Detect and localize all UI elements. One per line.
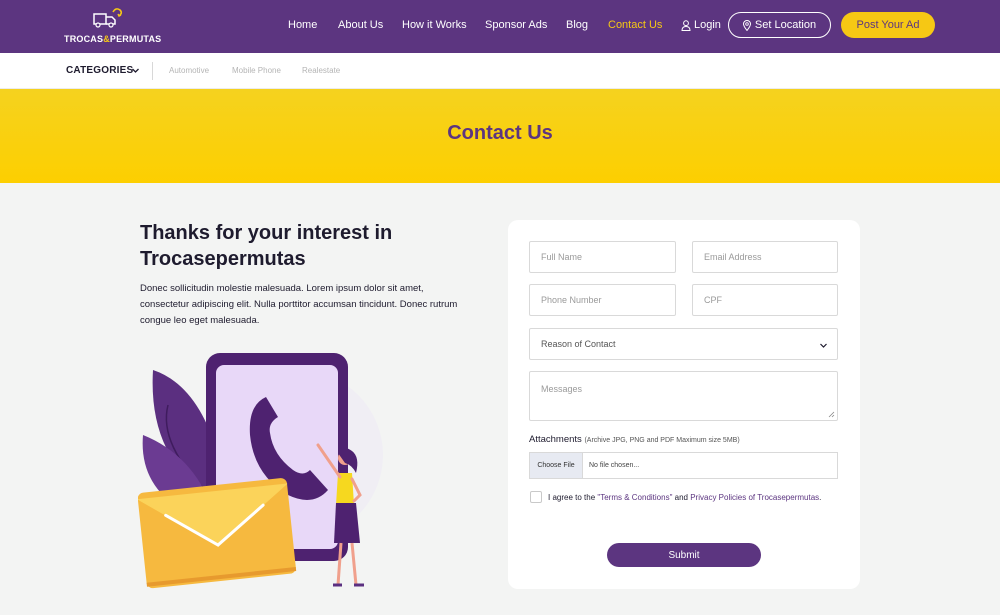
terms-link[interactable]: "Terms & Conditions" [597,493,672,502]
chevron-down-icon [820,343,827,348]
nav-how-it-works[interactable]: How it Works [402,19,467,31]
truck-icon [93,8,123,28]
category-link-automotive[interactable]: Automotive [169,66,209,75]
terms-agreement-text: I agree to the "Terms & Conditions" and … [548,493,822,502]
resize-handle-icon[interactable] [828,411,835,418]
terms-checkbox[interactable] [530,491,542,503]
nav-sponsor-ads[interactable]: Sponsor Ads [485,19,547,31]
reason-select-value: Reason of Contact [541,339,616,349]
top-navbar: TROCAS&PERMUTAS Home About Us How it Wor… [0,0,1000,53]
categories-dropdown[interactable]: CATEGORIES [66,65,133,76]
page-title: Contact Us [447,122,553,144]
full-name-input[interactable]: Full Name [529,241,676,273]
contact-illustration [138,353,383,589]
nav-contact[interactable]: Contact Us [608,19,662,31]
choose-file-button[interactable]: Choose File [530,453,583,478]
brand-logo[interactable]: TROCAS&PERMUTAS [64,6,161,48]
intro-heading: Thanks for your interest in Trocasepermu… [140,222,393,270]
file-status: No file chosen... [589,462,640,469]
category-link-realestate[interactable]: Realestate [302,66,340,75]
privacy-link[interactable]: Privacy Policies of Trocasepermutas [690,493,819,502]
submit-button[interactable]: Submit [607,543,761,567]
nav-login-label: Login [694,19,721,31]
post-ad-button[interactable]: Post Your Ad [841,12,935,38]
nav-home[interactable]: Home [288,19,317,31]
category-bar: CATEGORIES Automotive Mobile Phone Reale… [0,53,1000,89]
set-location-button[interactable]: Set Location [728,12,831,38]
cpf-input[interactable]: CPF [692,284,838,316]
nav-login[interactable]: Login [681,19,721,31]
attachments-note: (Archive JPG, PNG and PDF Maximum size 5… [584,437,740,444]
attachments-label: Attachments (Archive JPG, PNG and PDF Ma… [529,434,740,445]
messages-placeholder: Messages [541,384,583,394]
chevron-down-icon[interactable] [131,66,140,75]
set-location-label: Set Location [754,19,817,31]
phone-input[interactable]: Phone Number [529,284,676,316]
map-pin-icon [742,19,751,31]
intro-text: Donec sollicitudin molestie malesuada. L… [140,283,458,326]
brand-name: TROCAS&PERMUTAS [64,34,162,44]
nav-blog[interactable]: Blog [566,19,588,31]
category-link-mobile-phone[interactable]: Mobile Phone [232,66,281,75]
user-icon [681,19,691,31]
reason-select[interactable]: Reason of Contact [529,328,838,360]
email-input[interactable]: Email Address [692,241,838,273]
page-banner: Contact Us [0,89,1000,183]
messages-textarea[interactable]: Messages [529,371,838,421]
file-input[interactable]: Choose File No file chosen... [529,452,838,479]
divider [152,62,153,80]
nav-about[interactable]: About Us [338,19,383,31]
